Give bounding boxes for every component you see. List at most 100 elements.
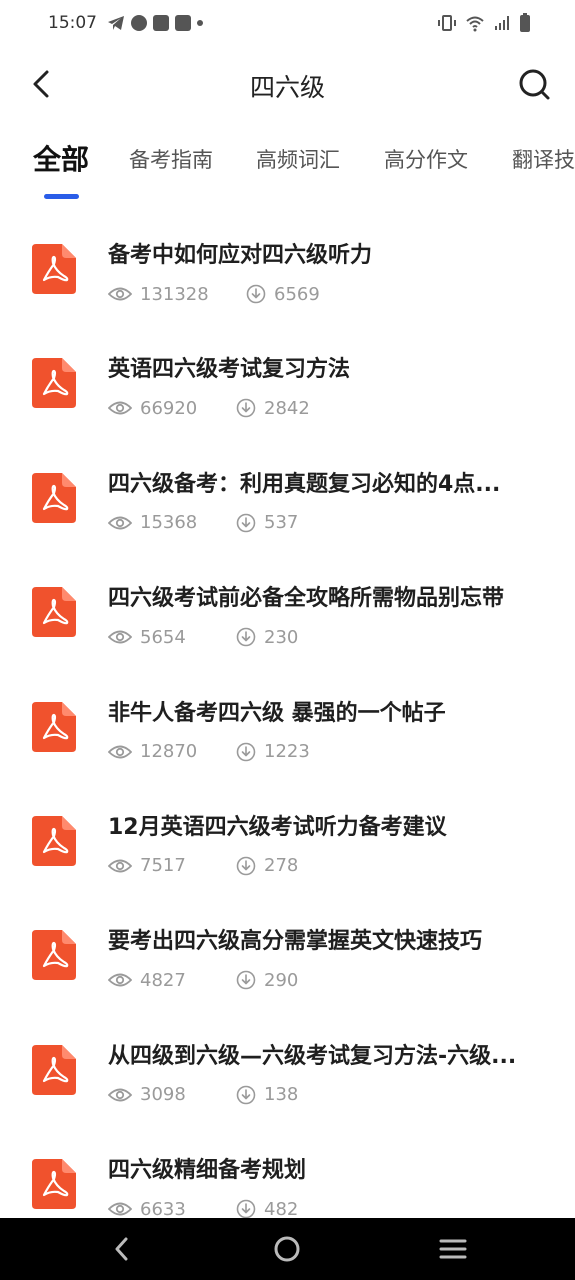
views-stat: 15368 xyxy=(108,512,236,533)
document-list: 备考中如何应对四六级听力 131328 6569 英语四六级考试复习方法 669… xyxy=(0,210,575,1240)
views-stat: 12870 xyxy=(108,741,236,762)
pdf-file-icon xyxy=(32,358,76,409)
nav-home-icon[interactable] xyxy=(272,1234,302,1264)
list-item[interactable]: 备考中如何应对四六级听力 131328 6569 xyxy=(0,210,575,324)
downloads-count: 6569 xyxy=(274,283,320,305)
pdf-file-icon xyxy=(32,701,76,752)
document-stats: 12870 1223 xyxy=(108,740,310,764)
category-tabs: 全部 备考指南 高频词汇 高分作文 翻译技 xyxy=(0,138,575,202)
system-nav-bar xyxy=(0,1218,575,1280)
download-icon xyxy=(236,1199,256,1219)
views-stat: 131328 xyxy=(108,284,246,305)
pdf-file-icon xyxy=(32,1044,76,1095)
download-icon xyxy=(236,399,256,418)
downloads-count: 537 xyxy=(264,512,299,534)
document-title: 备考中如何应对四六级听力 xyxy=(108,243,373,268)
status-bar: 15:07 xyxy=(0,0,575,46)
document-stats: 4827 290 xyxy=(108,968,298,992)
views-count: 3098 xyxy=(140,1084,186,1106)
tab-all[interactable]: 全部 xyxy=(33,138,89,178)
document-title: 要考出四六级高分需掌握英文快速技巧 xyxy=(108,929,483,955)
pdf-file-icon xyxy=(32,1159,76,1210)
eye-icon xyxy=(108,1202,132,1216)
eye-icon xyxy=(108,859,132,873)
download-icon xyxy=(236,1085,256,1105)
tab-vocabulary[interactable]: 高频词汇 xyxy=(256,144,340,174)
pdf-file-icon xyxy=(32,587,76,638)
downloads-stat: 1223 xyxy=(236,741,310,762)
document-stats: 3098 138 xyxy=(108,1083,298,1107)
document-title: 12月英语四六级考试听力备考建议 xyxy=(108,814,447,840)
search-icon[interactable] xyxy=(517,66,553,102)
tab-essay[interactable]: 高分作文 xyxy=(384,144,468,174)
eye-icon xyxy=(108,287,132,301)
document-title: 四六级精细备考规划 xyxy=(108,1158,307,1184)
pdf-file-icon xyxy=(32,815,76,866)
list-item[interactable]: 非牛人备考四六级 暴强的一个帖子 12870 1223 xyxy=(0,668,575,782)
eye-icon xyxy=(108,630,132,644)
views-count: 131328 xyxy=(140,283,209,305)
page-title: 四六级 xyxy=(249,73,325,102)
views-count: 5654 xyxy=(140,626,186,648)
downloads-stat: 2842 xyxy=(236,398,310,419)
downloads-stat: 230 xyxy=(236,627,298,648)
views-stat: 5654 xyxy=(108,627,236,648)
eye-icon xyxy=(108,1088,132,1102)
downloads-count: 482 xyxy=(264,1198,299,1220)
views-count: 66920 xyxy=(140,397,198,419)
document-stats: 66920 2842 xyxy=(108,396,310,420)
download-icon xyxy=(236,971,256,990)
battery-icon xyxy=(520,13,530,32)
notification-icons xyxy=(107,15,203,31)
top-app-bar: 四六级 xyxy=(0,52,575,116)
nav-back-icon[interactable] xyxy=(107,1234,137,1264)
downloads-count: 290 xyxy=(264,969,299,991)
list-item[interactable]: 要考出四六级高分需掌握英文快速技巧 4827 290 xyxy=(0,896,575,1010)
tab-translation[interactable]: 翻译技 xyxy=(512,144,575,174)
downloads-stat: 482 xyxy=(236,1199,298,1220)
downloads-count: 278 xyxy=(264,855,299,877)
telegram-icon xyxy=(108,16,124,30)
downloads-stat: 537 xyxy=(236,512,298,533)
pdf-file-icon xyxy=(32,472,76,523)
downloads-stat: 290 xyxy=(236,970,298,991)
downloads-count: 1223 xyxy=(264,741,310,763)
list-item[interactable]: 12月英语四六级考试听力备考建议 7517 278 xyxy=(0,782,575,896)
views-stat: 3098 xyxy=(108,1084,236,1105)
download-icon xyxy=(236,856,256,876)
eye-icon xyxy=(108,516,132,530)
vibrate-icon xyxy=(438,15,456,31)
downloads-stat: 138 xyxy=(236,1084,298,1105)
views-stat: 6633 xyxy=(108,1199,236,1220)
download-icon xyxy=(236,627,256,647)
pdf-file-icon xyxy=(32,930,76,981)
eye-icon xyxy=(108,401,132,415)
document-stats: 7517 278 xyxy=(108,854,298,878)
signal-icon xyxy=(495,16,509,30)
app-notification-icon xyxy=(131,15,147,31)
document-title: 非牛人备考四六级 暴强的一个帖子 xyxy=(108,700,446,726)
download-icon xyxy=(236,742,256,761)
views-count: 6633 xyxy=(140,1198,186,1220)
document-stats: 5654 230 xyxy=(108,625,298,649)
eye-icon xyxy=(108,973,132,987)
wifi-icon xyxy=(466,16,484,32)
list-item[interactable]: 英语四六级考试复习方法 66920 2842 xyxy=(0,324,575,438)
download-icon xyxy=(246,284,266,304)
nav-recents-icon[interactable] xyxy=(438,1234,468,1264)
views-count: 15368 xyxy=(140,512,198,534)
document-stats: 15368 537 xyxy=(108,511,298,535)
tab-exam-guide[interactable]: 备考指南 xyxy=(129,144,213,174)
pdf-file-icon xyxy=(32,244,76,294)
document-stats: 131328 6569 xyxy=(108,282,320,306)
downloads-count: 230 xyxy=(264,626,299,648)
views-stat: 7517 xyxy=(108,855,236,876)
system-icons xyxy=(437,13,531,33)
views-stat: 4827 xyxy=(108,970,236,991)
document-title: 从四级到六级—六级考试复习方法-六级... xyxy=(108,1043,517,1069)
downloads-count: 2842 xyxy=(264,397,310,419)
list-item[interactable]: 四六级考试前必备全攻略所需物品别忘带 5654 230 xyxy=(0,553,575,667)
list-item[interactable]: 从四级到六级—六级考试复习方法-六级... 3098 138 xyxy=(0,1011,575,1125)
document-title: 四六级考试前必备全攻略所需物品别忘带 xyxy=(108,586,505,612)
list-item[interactable]: 四六级备考：利用真题复习必知的4点... 15368 537 xyxy=(0,439,575,553)
